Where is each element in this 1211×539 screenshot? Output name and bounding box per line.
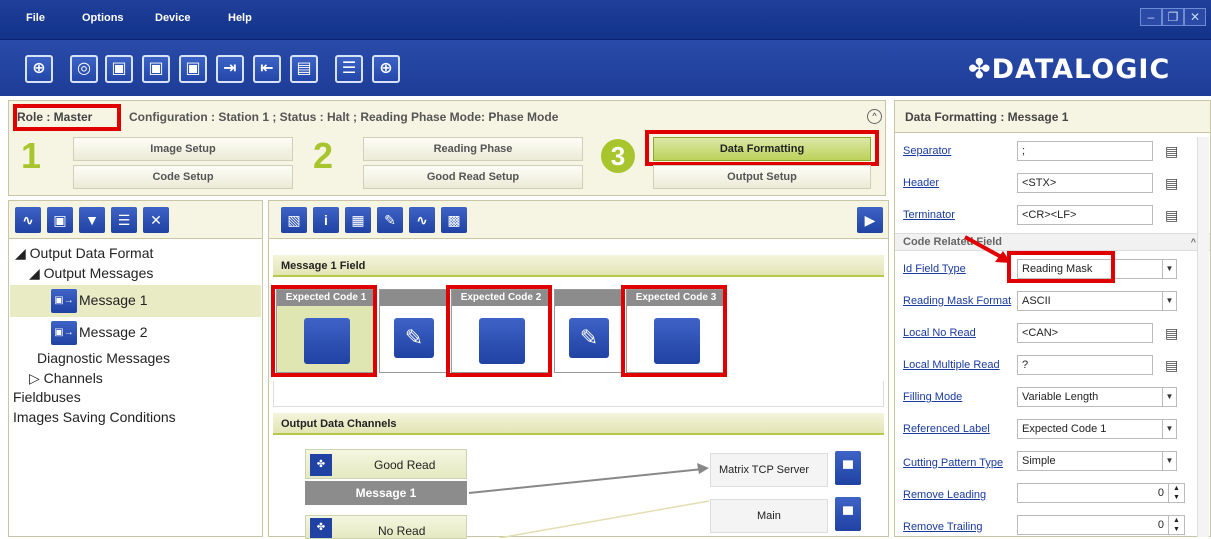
reading-mask-format-select[interactable]: ASCII ▼ [1017, 291, 1177, 311]
status-line: Configuration : Station 1 ; Status : Hal… [129, 110, 559, 124]
reading-mask-format-value: ASCII [1022, 295, 1051, 307]
channel-connections [468, 463, 710, 538]
import-icon[interactable]: ⇤ [253, 55, 281, 83]
message-icon: ▣→ [51, 289, 77, 313]
chevron-down-icon[interactable]: ▼ [1162, 292, 1176, 310]
remove-leading-value: 0 [1157, 487, 1164, 499]
cutting-pattern-select[interactable]: Simple ▼ [1017, 451, 1177, 471]
tree-output-data-format[interactable]: ◢ Output Data Format [15, 245, 153, 262]
diagnostics-icon[interactable]: ∿ [15, 207, 41, 233]
output-tree-panel: ∿ ▣ ▼ ☰ ✕ ◢ Output Data Format ◢ Output … [8, 200, 263, 537]
properties-panel: Data Formatting : Message 1 Separator ; … [894, 100, 1211, 537]
output-setup-button[interactable]: Output Setup [653, 165, 871, 189]
main-label: Main [757, 510, 781, 522]
tree-output-messages[interactable]: ◢ Output Messages [29, 265, 153, 282]
step-2-number: 2 [313, 135, 334, 176]
remove-trailing-stepper[interactable]: 0 ▲ ▼ [1017, 515, 1185, 535]
serial-icon: ▀ [835, 497, 861, 531]
edit-doc-icon[interactable]: ▤ [1165, 325, 1179, 341]
local-no-read-input[interactable]: <CAN> [1017, 323, 1153, 343]
export-icon[interactable]: ⇥ [216, 55, 244, 83]
chevron-down-icon[interactable]: ▼ [1162, 388, 1176, 406]
remove-trailing-label[interactable]: Remove Trailing [903, 521, 982, 533]
matrix-tcp-server-node[interactable]: Matrix TCP Server [710, 453, 828, 487]
minimize-button[interactable]: – [1140, 8, 1162, 26]
message-icon: ▣→ [51, 321, 77, 345]
teach-icon[interactable]: ◎ [70, 55, 98, 83]
matrix-tcp-label: Matrix TCP Server [719, 464, 810, 476]
menu-bar: File Options Device Help – ❐ ✕ [0, 0, 1211, 40]
tree-images-saving[interactable]: Images Saving Conditions [13, 409, 176, 425]
tree-diagnostic-messages[interactable]: Diagnostic Messages [37, 350, 170, 366]
close-button[interactable]: ✕ [1184, 8, 1206, 26]
open-device-icon[interactable]: ▣ [105, 55, 133, 83]
connection-line [498, 500, 710, 538]
add-fieldbus-icon[interactable]: ☰ [111, 207, 137, 233]
annotation-arrow [964, 235, 1011, 263]
chevron-down-icon[interactable]: ▼ [1162, 420, 1176, 438]
referenced-label-select[interactable]: Expected Code 1 ▼ [1017, 419, 1177, 439]
tree-fieldbuses[interactable]: Fieldbuses [13, 389, 81, 405]
menu-file[interactable]: File [26, 12, 45, 24]
config-list-icon[interactable]: ☰ [335, 55, 363, 83]
menu-help[interactable]: Help [228, 12, 252, 24]
tree-message-1[interactable]: Message 1 [79, 292, 147, 308]
device-config-icon[interactable]: ▣ [179, 55, 207, 83]
properties-scrollbar[interactable] [1197, 137, 1209, 537]
referenced-label-label[interactable]: Referenced Label [903, 423, 990, 435]
remove-leading-stepper[interactable]: 0 ▲ ▼ [1017, 483, 1185, 503]
configuration-panel: Role : Master Configuration : Station 1 … [8, 100, 886, 196]
maximize-button[interactable]: ❐ [1162, 8, 1184, 26]
cutting-pattern-value: Simple [1022, 455, 1056, 467]
filling-mode-value: Variable Length [1022, 391, 1099, 403]
menu-options[interactable]: Options [82, 12, 124, 24]
highlight-data-formatting [645, 130, 879, 166]
image-icon[interactable]: ▤ [290, 55, 318, 83]
chevron-down-icon[interactable]: ▼ [1162, 452, 1176, 470]
filling-mode-label[interactable]: Filling Mode [903, 391, 962, 403]
referenced-label-value: Expected Code 1 [1022, 423, 1107, 435]
cutting-pattern-label[interactable]: Cutting Pattern Type [903, 457, 1003, 469]
arrow-shaft [964, 235, 1004, 260]
filling-mode-select[interactable]: Variable Length ▼ [1017, 387, 1177, 407]
ethernet-icon: ▀ [835, 451, 861, 485]
local-multiple-read-input[interactable]: ? [1017, 355, 1153, 375]
highlight-role [13, 104, 121, 131]
remove-trailing-value: 0 [1157, 519, 1164, 531]
local-multiple-read-label[interactable]: Local Multiple Read [903, 359, 1000, 371]
logo-mark-icon: ✤ [968, 54, 992, 85]
logo-text: DATALOGIC [991, 54, 1171, 85]
reading-mask-format-label[interactable]: Reading Mask Format [903, 295, 1011, 307]
add-channel-icon[interactable]: ▼ [79, 207, 105, 233]
target-icon[interactable]: ⊕ [372, 55, 400, 83]
crosshair-icon[interactable]: ⊕ [25, 55, 53, 83]
edit-doc-icon[interactable]: ▤ [1165, 357, 1179, 373]
spin-arrows-icon[interactable]: ▲ ▼ [1168, 484, 1184, 502]
local-no-read-label[interactable]: Local No Read [903, 327, 976, 339]
arrow-head [697, 463, 709, 474]
tree-toolbar: ∿ ▣ ▼ ☰ ✕ [9, 201, 262, 239]
main-toolbar: ⊕ ◎ ▣ ▣ ▣ ⇥ ⇤ ▤ ☰ ⊕ ✤DATALOGIC [0, 40, 1211, 96]
save-device-icon[interactable]: ▣ [142, 55, 170, 83]
image-setup-button[interactable]: Image Setup [73, 137, 293, 161]
code-setup-button[interactable]: Code Setup [73, 165, 293, 189]
message-editor-panel: ▧ i ▦ ✎ ∿ ▩ ▶ Message 1 Field Expected C… [268, 200, 889, 539]
reading-phase-button[interactable]: Reading Phase [363, 137, 583, 161]
collapse-icon[interactable]: ^ [867, 109, 882, 124]
tree-message-2[interactable]: Message 2 [79, 324, 147, 340]
main-node[interactable]: Main [710, 499, 828, 533]
spin-arrows-icon[interactable]: ▲ ▼ [1168, 516, 1184, 534]
connection-line [468, 468, 704, 494]
menu-device[interactable]: Device [155, 12, 190, 24]
step-1-number: 1 [21, 135, 42, 176]
step-3-number: 3 [601, 139, 635, 173]
remove-leading-label[interactable]: Remove Leading [903, 489, 986, 501]
add-message-icon[interactable]: ▣ [47, 207, 73, 233]
delete-icon[interactable]: ✕ [143, 207, 169, 233]
datalogic-logo: ✤DATALOGIC [968, 54, 1170, 85]
good-read-setup-button[interactable]: Good Read Setup [363, 165, 583, 189]
tree-channels[interactable]: ▷ Channels [29, 370, 103, 387]
